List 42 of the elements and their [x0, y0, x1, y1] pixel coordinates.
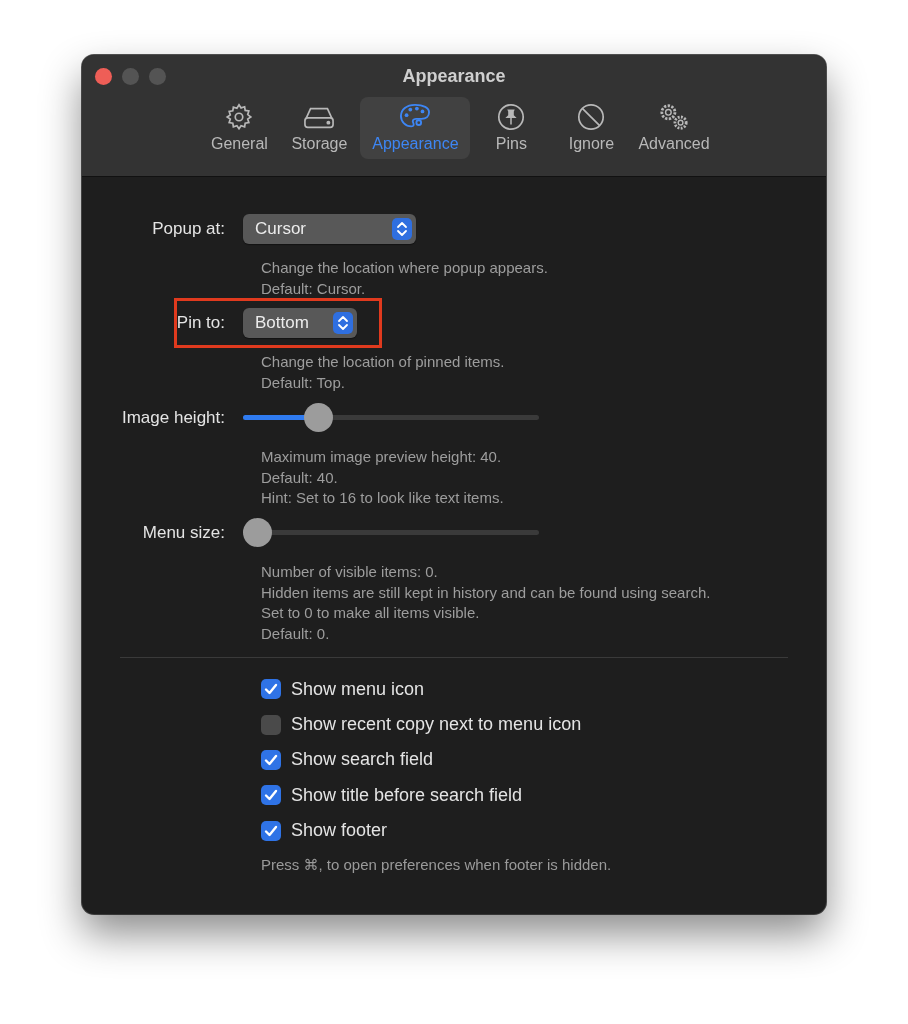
- description-text: Set to 0 to make all items visible.: [261, 603, 481, 624]
- description-text: Default: Top.: [261, 373, 346, 394]
- description-text: Change the location where popup appears.: [261, 258, 549, 278]
- toolbar-tab[interactable]: Advanced: [632, 97, 716, 159]
- description-text: Default: 0.: [261, 624, 331, 645]
- checkbox-label: Show recent copy next to menu icon: [291, 714, 582, 736]
- checkbox[interactable]: [261, 714, 281, 735]
- checkbox[interactable]: [261, 820, 281, 841]
- description-text: Maximum image preview height: 40.: [261, 446, 503, 467]
- description-text: Hint: Set to 16 to look like text items.: [261, 488, 505, 509]
- description-text: Change the location of pinned items.: [261, 352, 506, 373]
- slider-thumb[interactable]: [243, 518, 272, 548]
- popup-button[interactable]: Cursor: [243, 214, 416, 244]
- checkbox-label: Show menu icon: [291, 678, 425, 700]
- checkbox-label: Show title before search field: [291, 784, 523, 806]
- slider[interactable]: [243, 403, 539, 433]
- slider[interactable]: [243, 518, 539, 548]
- checkbox-label: Show search field: [291, 749, 434, 771]
- checkbox[interactable]: [261, 749, 281, 770]
- toolbar-tab[interactable]: General: [200, 97, 279, 159]
- close-button[interactable]: [95, 68, 112, 85]
- toolbar-tab[interactable]: Storage: [280, 97, 359, 159]
- popup-button[interactable]: Bottom: [243, 308, 357, 339]
- description-text: Hidden items are still kept in history and can be found using search.: [261, 582, 712, 603]
- setting-label: Menu size:: [141, 522, 226, 543]
- checkbox[interactable]: [261, 785, 281, 806]
- checkbox-label: Show footer: [291, 820, 388, 842]
- setting-label: Image height:: [121, 407, 226, 428]
- description-text: Number of visible items: 0.: [261, 561, 439, 582]
- description-text: Default: Cursor.: [261, 278, 367, 299]
- footnote-text: Press ⌘, to open preferences when footer is hidden.: [261, 856, 613, 875]
- toolbar-tab[interactable]: Ignore: [552, 97, 631, 159]
- gears-icon: [657, 102, 691, 132]
- checkbox[interactable]: [261, 679, 281, 700]
- toolbar-tab[interactable]: Pins: [472, 97, 551, 159]
- window-title: Appearance: [402, 65, 506, 87]
- slider-thumb[interactable]: [304, 403, 334, 433]
- setting-label: Pin to:: [175, 313, 226, 334]
- setting-label: Popup at:: [151, 219, 226, 239]
- description-text: Default: 40.: [261, 467, 339, 488]
- stepper-icon: [392, 218, 412, 240]
- stepper-icon: [333, 312, 353, 335]
